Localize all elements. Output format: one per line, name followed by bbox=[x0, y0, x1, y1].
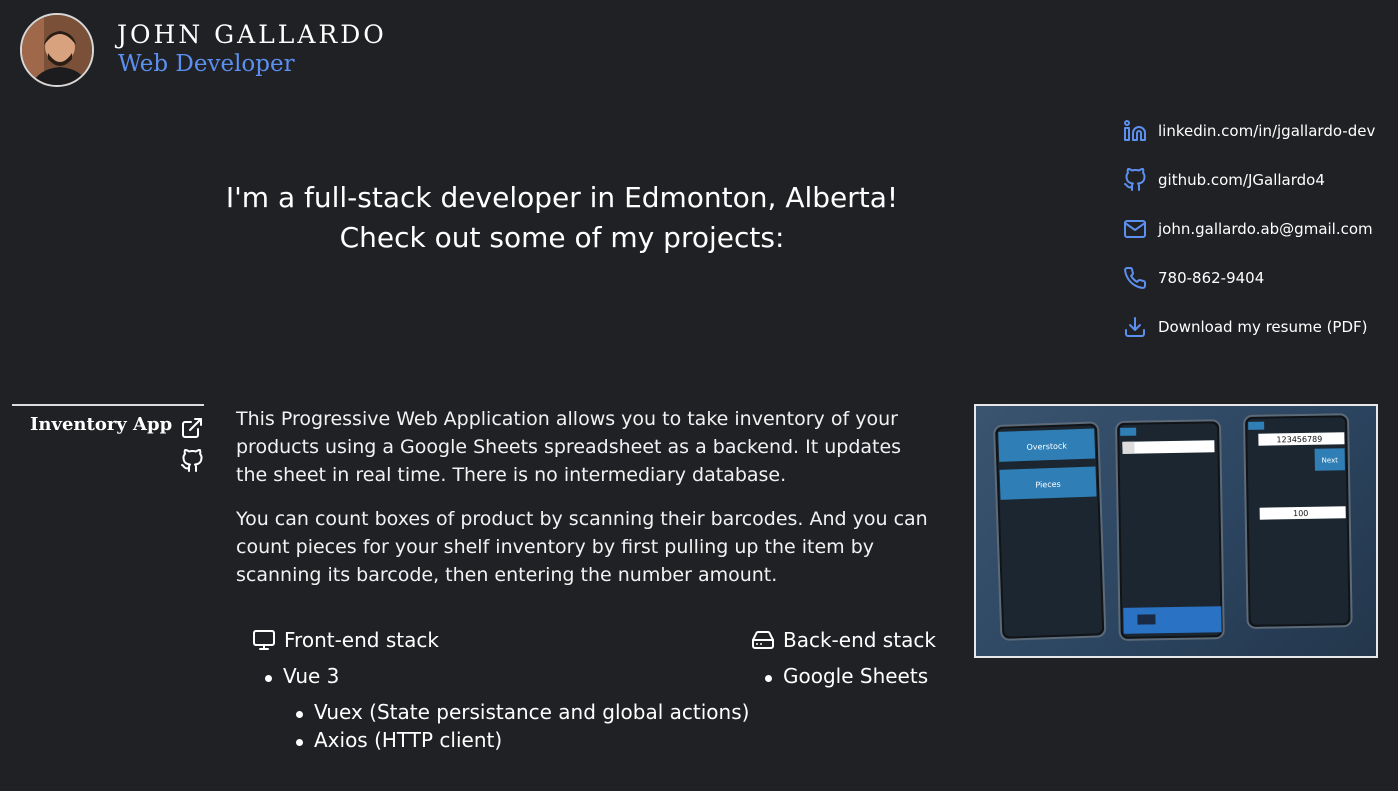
site-owner-name: JOHN GALLARDO bbox=[117, 20, 387, 49]
linkedin-link-text: linkedin.com/in/jgallardo-dev bbox=[1158, 121, 1376, 140]
resume-download-text: Download my resume (PDF) bbox=[1158, 317, 1368, 336]
project-description-paragraph: This Progressive Web Application allows … bbox=[236, 408, 902, 486]
mail-icon bbox=[1122, 216, 1148, 242]
project-github-icon[interactable] bbox=[180, 448, 204, 473]
phone-link[interactable]: 780-862-9404 bbox=[1122, 253, 1392, 302]
project-divider bbox=[12, 404, 204, 406]
avatar bbox=[20, 13, 94, 87]
contact-list: linkedin.com/in/jgallardo-dev github.com… bbox=[1122, 106, 1392, 351]
project-description: This Progressive Web Application allows … bbox=[236, 405, 936, 589]
backend-stack-label: Back-end stack bbox=[783, 628, 936, 652]
intro-line-2: Check out some of my projects: bbox=[339, 221, 785, 254]
linkedin-link[interactable]: linkedin.com/in/jgallardo-dev bbox=[1122, 106, 1392, 155]
monitor-icon bbox=[252, 628, 276, 652]
site-owner-role: Web Developer bbox=[118, 51, 295, 77]
phone-icon bbox=[1122, 265, 1148, 291]
github-link-text: github.com/JGallardo4 bbox=[1158, 170, 1325, 189]
github-icon bbox=[1122, 167, 1148, 193]
project-screenshot[interactable]: Overstock Pieces 123456789 Next 100 bbox=[974, 404, 1378, 658]
intro-heading: I'm a full-stack developer in Edmonton, … bbox=[190, 178, 934, 258]
list-item: Vue 3 bbox=[264, 664, 340, 688]
email-link-text: john.gallardo.ab@gmail.com bbox=[1158, 219, 1373, 238]
qty-value-preview: 100 bbox=[1293, 509, 1308, 518]
frontend-stack-heading: Front-end stack bbox=[252, 628, 439, 652]
external-link-icon[interactable] bbox=[180, 416, 204, 440]
linkedin-icon bbox=[1122, 118, 1148, 144]
project-title: Inventory App bbox=[30, 414, 173, 435]
download-icon bbox=[1122, 314, 1148, 340]
resume-download-link[interactable]: Download my resume (PDF) bbox=[1122, 302, 1392, 351]
phone-link-text: 780-862-9404 bbox=[1158, 268, 1265, 287]
pieces-button-preview: Pieces bbox=[1035, 480, 1061, 490]
backend-stack-heading: Back-end stack bbox=[751, 628, 936, 652]
scan-value-preview: 123456789 bbox=[1276, 435, 1322, 445]
hard-drive-icon bbox=[751, 628, 775, 652]
list-item: Google Sheets bbox=[764, 664, 929, 688]
next-button-preview: Next bbox=[1322, 456, 1339, 464]
list-item: Vuex (State persistance and global actio… bbox=[295, 700, 750, 724]
list-item: Axios (HTTP client) bbox=[295, 728, 503, 752]
frontend-stack-label: Front-end stack bbox=[284, 628, 439, 652]
github-link[interactable]: github.com/JGallardo4 bbox=[1122, 155, 1392, 204]
project-description-paragraph: You can count boxes of product by scanni… bbox=[236, 508, 928, 586]
email-link[interactable]: john.gallardo.ab@gmail.com bbox=[1122, 204, 1392, 253]
intro-line-1: I'm a full-stack developer in Edmonton, … bbox=[225, 181, 899, 214]
overstock-button-preview: Overstock bbox=[1026, 441, 1067, 451]
